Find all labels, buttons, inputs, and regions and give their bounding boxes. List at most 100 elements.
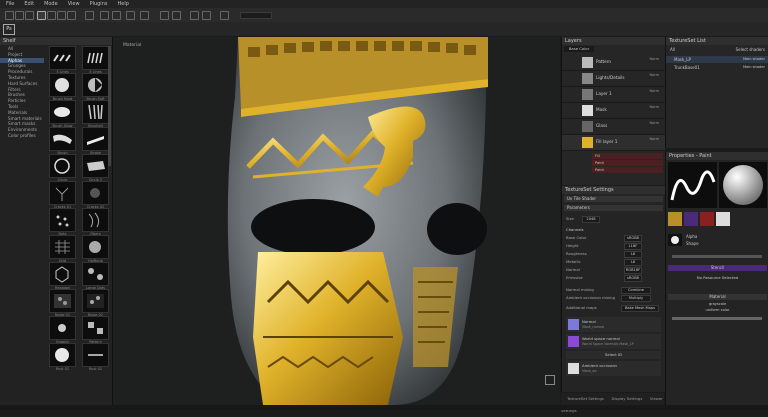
map-slot[interactable]: Normal Mask_normal: [566, 317, 661, 332]
smudge-tool-icon[interactable]: [47, 11, 56, 20]
layer-row[interactable]: Pattern Norm: [562, 55, 665, 71]
alpha-thumb[interactable]: Pattern: [82, 316, 109, 344]
alpha-thumb[interactable]: Large Dots: [82, 262, 109, 290]
alpha-thumb[interactable]: Organic: [49, 316, 76, 344]
tab-textureset-settings[interactable]: TextureSet Settings: [567, 396, 604, 401]
bake-mesh-maps-button[interactable]: Bake Mesh Maps: [621, 305, 659, 312]
line-tool-icon[interactable]: [140, 11, 149, 20]
mirror-icon[interactable]: [172, 11, 181, 20]
tool-slider[interactable]: [240, 12, 272, 19]
alpha-thumb[interactable]: 3 Lines: [49, 46, 76, 74]
alpha-swatch[interactable]: [668, 212, 682, 226]
menu-file[interactable]: File: [6, 1, 14, 7]
select-id-button[interactable]: Select ID: [566, 351, 661, 359]
screenshot-icon[interactable]: [220, 11, 229, 20]
lasso-icon[interactable]: [112, 11, 121, 20]
menu-edit[interactable]: Edit: [24, 1, 34, 7]
alpha-thumb[interactable]: Stroke: [82, 127, 109, 155]
shelf-scrollbar[interactable]: [108, 46, 111, 166]
normal-mixing-select[interactable]: Combine: [621, 287, 651, 294]
layer-row[interactable]: Layer 1 Norm: [562, 87, 665, 103]
view-icon[interactable]: [160, 11, 169, 20]
channel-row[interactable]: Height L16F: [566, 243, 661, 250]
layer-row[interactable]: Fill layer 1 Norm: [562, 135, 665, 151]
channel-row[interactable]: Emissive sRGB8: [566, 275, 661, 282]
alpha-thumb[interactable]: Dots: [49, 208, 76, 236]
textureset-item[interactable]: Mask_LP Main shader: [666, 56, 768, 63]
color-picker-icon[interactable]: [67, 11, 76, 20]
map-slot[interactable]: Ambient occlusion Mask_ao: [566, 361, 661, 376]
size-select[interactable]: 2048: [582, 216, 600, 223]
3d-viewport[interactable]: Material: [113, 37, 560, 405]
material-swatch[interactable]: [700, 212, 714, 226]
layer-effect[interactable]: Fill: [592, 153, 663, 159]
uv-tile-section[interactable]: Uv Tile Shader: [564, 196, 663, 202]
alpha-thumb[interactable]: Noise 02: [82, 289, 109, 317]
alpha-thumb[interactable]: Brush Soft: [82, 73, 109, 101]
alpha-thumb[interactable]: Noise 01: [49, 289, 76, 317]
camera-icon[interactable]: [100, 11, 109, 20]
all-button[interactable]: All: [670, 47, 675, 52]
menu-mode[interactable]: Mode: [44, 1, 58, 7]
grayscale-label: grayscale: [708, 302, 727, 306]
layer-row[interactable]: Lights/Details Norm: [562, 71, 665, 87]
bottom-tab-bar: TextureSet Settings Display Settings Vie…: [561, 393, 664, 413]
channel-row[interactable]: Normal RGB16F: [566, 267, 661, 274]
symmetry-icon[interactable]: [85, 11, 94, 20]
menu-view[interactable]: View: [68, 1, 80, 7]
alpha-thumb[interactable]: Cracks 01: [49, 181, 76, 209]
alpha-thumb[interactable]: Brushed: [82, 100, 109, 128]
alpha-thumb[interactable]: Rust 02: [82, 343, 109, 371]
map-slot[interactable]: World space normal World Space Normals M…: [566, 334, 661, 349]
textureset-item[interactable]: TrunkBase01 Main shader: [666, 64, 768, 71]
alpha-thumb[interactable]: Brush Glow: [49, 100, 76, 128]
shelf-categories: All Project Alphas Grunges Procedurals T…: [0, 46, 44, 139]
alpha-thumb[interactable]: Grid: [49, 235, 76, 263]
parameters-section[interactable]: Parameters: [564, 205, 663, 211]
white-swatch[interactable]: [716, 212, 730, 226]
layer-effect[interactable]: Paint: [592, 160, 663, 166]
menu-plugins[interactable]: Plugins: [90, 1, 108, 7]
polygon-fill-icon[interactable]: [37, 11, 46, 20]
alpha-thumb[interactable]: Rust 01: [49, 343, 76, 371]
grid-icon[interactable]: [190, 11, 199, 20]
mask-model-icon: [227, 37, 489, 405]
layer-row[interactable]: Mask Norm: [562, 103, 665, 119]
alpha-thumb[interactable]: Fibers: [82, 208, 109, 236]
alpha-thumb[interactable]: Circle 2: [82, 154, 109, 182]
material-header[interactable]: Material: [668, 294, 767, 300]
channel-row[interactable]: Metallic L8: [566, 259, 661, 266]
stencil-swatch[interactable]: [684, 212, 698, 226]
category-item[interactable]: Color profiles: [0, 133, 44, 139]
brush-stroke-preview: [668, 162, 717, 208]
ao-mixing-select[interactable]: Multiply: [621, 295, 651, 302]
layer-effect[interactable]: Paint: [592, 167, 663, 173]
tab-display-settings[interactable]: Display Settings: [612, 396, 643, 401]
alpha-thumb[interactable]: Hexagon: [49, 262, 76, 290]
size-slider[interactable]: [672, 255, 762, 258]
projection-tool-icon[interactable]: [25, 11, 34, 20]
channel-row[interactable]: Base Color sRGB8: [566, 235, 661, 242]
photoshop-plugin-button[interactable]: Ps: [3, 24, 15, 35]
channel-row[interactable]: Roughness L8: [566, 251, 661, 258]
stencil-header[interactable]: Stencil: [668, 265, 767, 271]
alpha-thumb[interactable]: 5 Lines: [82, 46, 109, 74]
alpha-thumb[interactable]: Cracks 02: [82, 181, 109, 209]
color-slider[interactable]: [672, 317, 762, 320]
alpha-thumb[interactable]: Circle: [49, 154, 76, 182]
alpha-preview: [668, 234, 682, 246]
alpha-thumb[interactable]: Brush Hard: [49, 73, 76, 101]
clone-tool-icon[interactable]: [57, 11, 66, 20]
eraser-tool-icon[interactable]: [15, 11, 24, 20]
alpha-thumb[interactable]: Halftone: [82, 235, 109, 263]
alpha-thumb[interactable]: Brush: [49, 127, 76, 155]
brush-icon[interactable]: [126, 11, 135, 20]
layers-channel-select[interactable]: Base Color: [564, 46, 594, 52]
layers-panel: Layers Base Color Pattern Norm Lights/Det…: [561, 37, 665, 185]
snap-icon[interactable]: [202, 11, 211, 20]
menu-help[interactable]: Help: [117, 1, 128, 7]
stencil-value: No Resource Selected: [696, 275, 739, 280]
layer-row[interactable]: Glass Norm: [562, 119, 665, 135]
select-shaders-button[interactable]: Select shaders: [736, 47, 765, 52]
paint-tool-icon[interactable]: [5, 11, 14, 20]
